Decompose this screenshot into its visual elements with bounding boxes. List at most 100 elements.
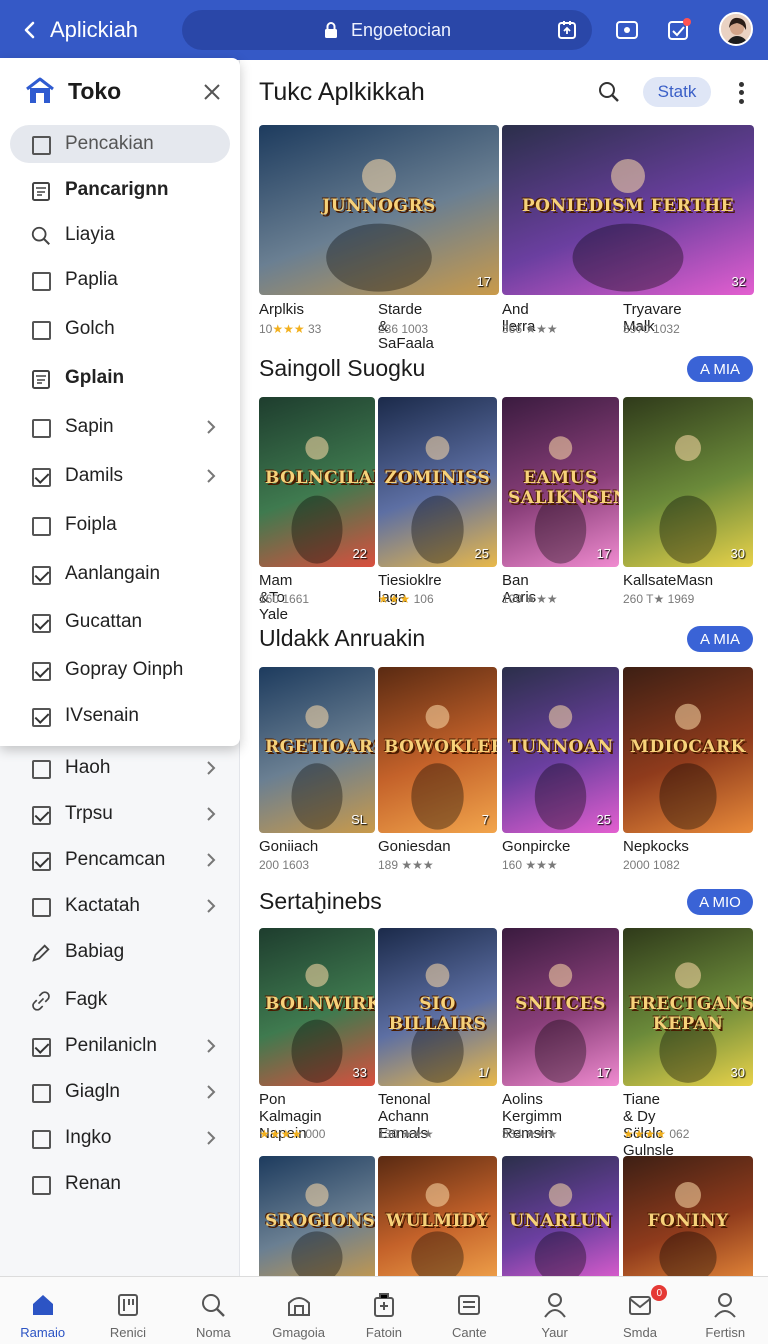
drawer-item[interactable]: Foipla	[10, 506, 230, 544]
see-more-button[interactable]: A MIA	[687, 356, 753, 382]
drawer-item-icon	[30, 515, 52, 537]
sidebar-item[interactable]: Haoh	[10, 749, 230, 787]
nav-label: Gmagoia	[272, 1325, 326, 1340]
more-options-button[interactable]	[733, 80, 749, 106]
checkbox-icon[interactable]	[31, 805, 51, 825]
drawer-item[interactable]: Sapin	[10, 408, 230, 446]
see-more-button[interactable]: A MIA	[687, 626, 753, 652]
sidebar-item[interactable]: Renan	[10, 1165, 230, 1203]
drawer-item[interactable]: Gopray Oinph	[10, 651, 230, 689]
drawer-item-icon	[30, 417, 52, 439]
nav-item[interactable]: Smda 0	[597, 1277, 682, 1344]
drawer-item[interactable]: Aanlangain	[10, 555, 230, 593]
sidebar-item[interactable]: Kactatah	[10, 887, 230, 925]
nav-icon	[711, 1291, 739, 1319]
checkbox-icon[interactable]	[31, 320, 51, 340]
nav-item[interactable]: Fatoin	[341, 1277, 426, 1344]
drawer-item-icon	[30, 564, 52, 586]
checkbox-icon[interactable]	[31, 467, 51, 487]
nav-label: Smda	[622, 1325, 657, 1340]
drawer-item[interactable]: Damils	[10, 457, 230, 495]
drawer-item[interactable]: Pencakian	[10, 125, 230, 163]
artwork-title: FRECTGANS KEPAN	[629, 994, 753, 1035]
app-downloads: 130	[378, 1127, 399, 1141]
artwork-title: SROGIONSA	[265, 1210, 375, 1231]
nav-item[interactable]: Yaur	[512, 1277, 597, 1344]
checkbox-icon[interactable]	[31, 1129, 51, 1149]
nav-item[interactable]: Noma	[171, 1277, 256, 1344]
tab-button[interactable]	[611, 14, 643, 46]
stat-chip[interactable]: Statk	[643, 77, 711, 107]
checkbox-icon[interactable]	[31, 1037, 51, 1057]
app-name: KallsateMasn	[623, 572, 714, 589]
checkbox-icon[interactable]	[31, 851, 51, 871]
drawer-item-label: Paplia	[65, 269, 118, 290]
nav-item[interactable]: Cante	[427, 1277, 512, 1344]
checkbox-icon[interactable]	[31, 707, 51, 727]
address-text: Engoetocian	[350, 19, 452, 40]
drawer-item[interactable]: Liayia	[10, 216, 230, 254]
sidebar-item[interactable]: Babiag	[10, 933, 230, 971]
artwork-title: SNITCES	[515, 994, 606, 1015]
avatar[interactable]	[719, 12, 753, 46]
dot-icon	[738, 81, 744, 87]
sidebar-item[interactable]: Pencamcan	[10, 841, 230, 879]
checkbox-icon[interactable]	[31, 418, 51, 438]
app-meta: ★★★★ 000	[259, 1127, 325, 1141]
search-button[interactable]	[597, 80, 621, 109]
app-artwork: SNITCES 17	[502, 928, 619, 1086]
app-count: ★★★	[525, 858, 558, 872]
nav-item[interactable]: Fertisn	[683, 1277, 768, 1344]
app-meta: 109 ★★★	[502, 592, 558, 606]
app-meta: 236 1003	[378, 322, 428, 336]
chevron-right-icon	[207, 1131, 216, 1145]
app-meta: 189 ★★★	[378, 858, 434, 872]
sidebar-item[interactable]: Trpsu	[10, 795, 230, 833]
drawer-item[interactable]: Gplain	[10, 359, 230, 397]
checkbox-icon[interactable]	[31, 135, 51, 155]
app-artwork: WULMIDY	[378, 1156, 497, 1276]
share-icon[interactable]	[556, 19, 578, 41]
checkbox-icon[interactable]	[31, 759, 51, 779]
notification-icon	[668, 18, 691, 40]
nav-label: Fatoin	[365, 1325, 403, 1340]
nav-item[interactable]: Renici	[85, 1277, 170, 1344]
address-bar[interactable]: Engoetocian	[182, 10, 592, 50]
sidebar-item[interactable]: Penilanicln	[10, 1027, 230, 1065]
sidebar-item-icon	[30, 1082, 52, 1104]
nav-icon	[285, 1291, 313, 1319]
drawer-item[interactable]: Pancarignn	[10, 171, 230, 209]
checkbox-icon[interactable]	[31, 897, 51, 917]
sidebar-item[interactable]: Giagln	[10, 1073, 230, 1111]
see-more-button[interactable]: A MIO	[687, 889, 753, 915]
close-button[interactable]	[200, 80, 224, 104]
back-button[interactable]	[14, 14, 46, 46]
checkbox-icon[interactable]	[31, 1083, 51, 1103]
nav-item[interactable]: Gmagoia	[256, 1277, 341, 1344]
checkbox-icon[interactable]	[31, 613, 51, 633]
checkbox-icon[interactable]	[31, 661, 51, 681]
notification-badge: 0	[651, 1285, 668, 1301]
sidebar-item-icon	[30, 1036, 52, 1058]
app-artwork: EAMUS SALIKNSEN 17	[502, 397, 619, 567]
drawer-item[interactable]: IVsenain	[10, 697, 230, 735]
sidebar-item[interactable]: Ingko	[10, 1119, 230, 1157]
calendar-icon	[32, 370, 50, 389]
sidebar-item[interactable]: Fagk	[10, 981, 230, 1019]
checkbox-icon[interactable]	[31, 516, 51, 536]
briefcase-icon	[373, 1293, 394, 1317]
checkbox-icon[interactable]	[31, 271, 51, 291]
drawer-item[interactable]: Gucattan	[10, 603, 230, 641]
notification-button[interactable]	[663, 14, 695, 46]
checkbox-icon[interactable]	[31, 565, 51, 585]
nav-item[interactable]: Ramaio	[0, 1277, 85, 1344]
artwork-title: MDIOCARK	[630, 736, 746, 757]
app-meta: 3970 1032	[623, 322, 680, 336]
app-meta: 10★★★ 33	[259, 322, 321, 336]
drawer-item[interactable]: Paplia	[10, 261, 230, 299]
bottom-navigation: Ramaio Renici Noma Gmagoia Fatoin Cante Yaur Sm…	[0, 1276, 768, 1344]
checkbox-icon[interactable]	[31, 1175, 51, 1195]
drawer-item[interactable]: Golch	[10, 310, 230, 348]
app-meta: ★★★ 106	[378, 592, 434, 606]
app-downloads: 236	[378, 322, 399, 336]
